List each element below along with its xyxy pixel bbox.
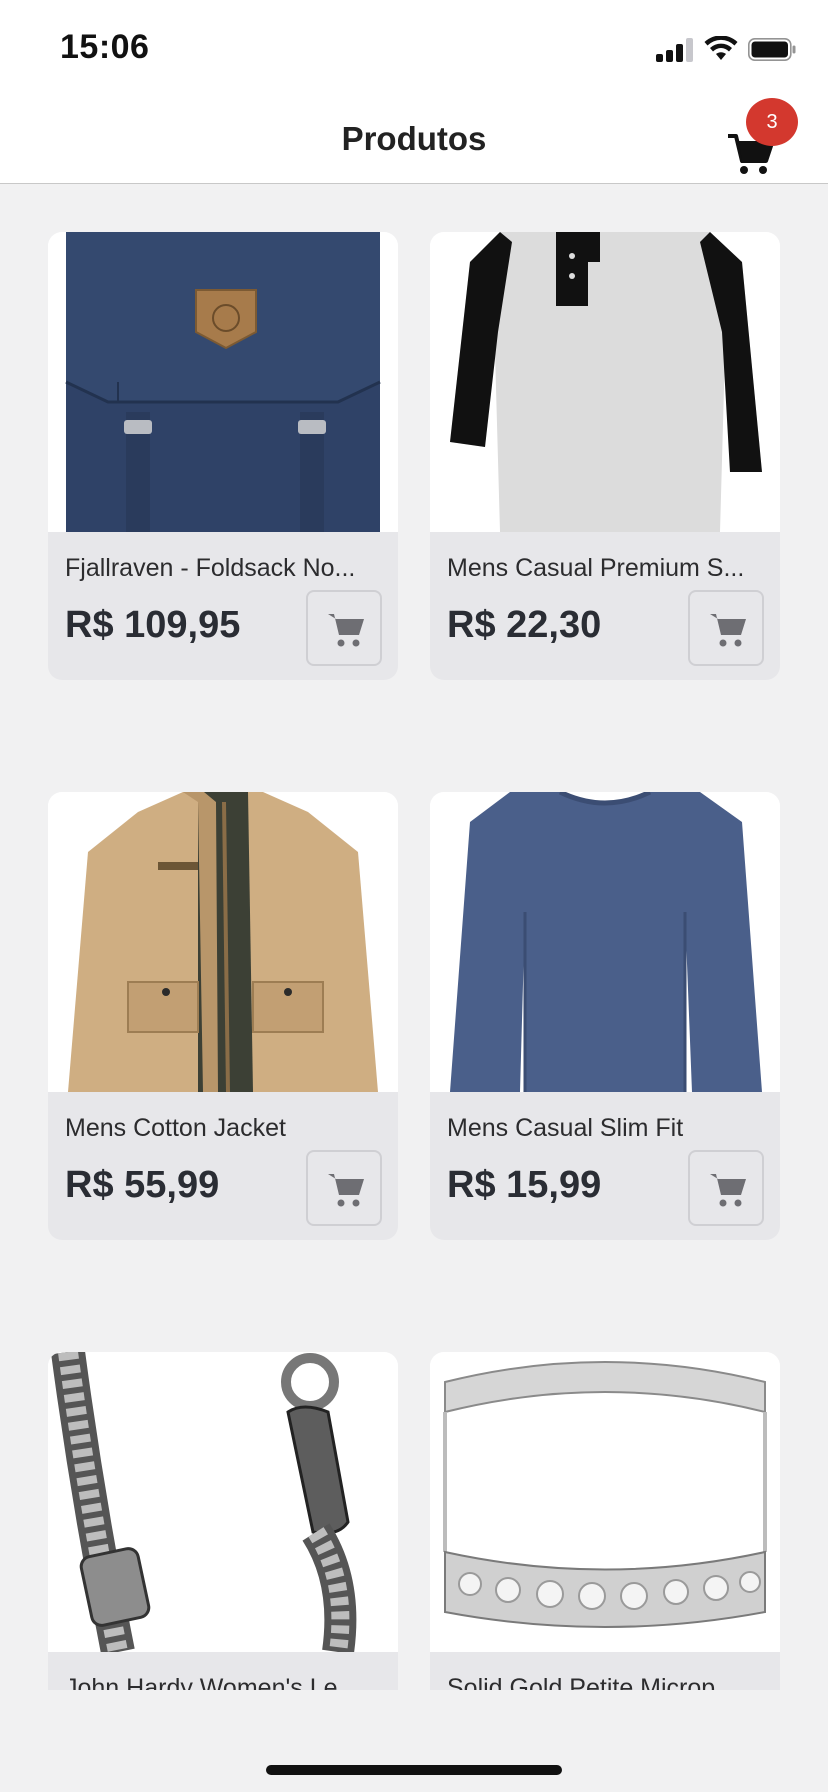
product-card[interactable]: Mens Cotton Jacket R$ 55,99 — [48, 792, 398, 1240]
khaki-cotton-jacket-image — [48, 792, 398, 1092]
screen: 15:06 Produtos 3 Fjallraven - Foldsack N… — [0, 0, 828, 1792]
product-price: R$ 55,99 — [65, 1164, 220, 1206]
product-price: R$ 15,99 — [447, 1164, 602, 1206]
battery-icon — [748, 38, 796, 61]
product-name: Mens Casual Slim Fit — [447, 1114, 684, 1142]
product-image — [48, 792, 398, 1092]
diamond-ring-image — [430, 1352, 780, 1652]
product-price: R$ 22,30 — [447, 604, 602, 646]
add-to-cart-button[interactable] — [688, 1150, 764, 1226]
status-bar: 15:06 — [0, 0, 828, 92]
product-info: Mens Cotton Jacket R$ 55,99 — [48, 1092, 398, 1240]
status-time: 15:06 — [60, 28, 150, 66]
product-card[interactable]: Mens Casual Slim Fit R$ 15,99 — [430, 792, 780, 1240]
raglan-henley-shirt-image — [430, 232, 780, 532]
add-to-cart-button[interactable] — [306, 1150, 382, 1226]
add-to-cart-icon — [710, 1174, 746, 1207]
product-name: Mens Cotton Jacket — [65, 1114, 286, 1142]
product-image — [48, 232, 398, 532]
silver-chain-bracelet-image — [48, 1352, 398, 1652]
add-to-cart-icon — [328, 614, 364, 647]
cellular-signal-icon — [656, 38, 696, 62]
product-image — [430, 232, 780, 532]
product-price: R$ 109,95 — [65, 604, 241, 646]
product-card[interactable]: Fjallraven - Foldsack No... R$ 109,95 — [48, 232, 398, 680]
page-title: Produtos — [341, 120, 487, 157]
navy-backpack-image — [48, 232, 398, 532]
add-to-cart-button[interactable] — [688, 590, 764, 666]
home-indicator[interactable] — [266, 1765, 562, 1775]
product-image — [48, 1352, 398, 1652]
add-to-cart-icon — [328, 1174, 364, 1207]
status-icons — [656, 36, 796, 62]
product-name: Fjallraven - Foldsack No... — [65, 554, 356, 582]
wifi-icon — [704, 36, 738, 60]
product-name: Mens Casual Premium S... — [447, 554, 745, 582]
product-image — [430, 1352, 780, 1652]
bottom-safe-area — [0, 1690, 828, 1792]
cart-count-badge: 3 — [746, 98, 798, 146]
add-to-cart-button[interactable] — [306, 590, 382, 666]
product-image — [430, 792, 780, 1092]
product-info: Mens Casual Slim Fit R$ 15,99 — [430, 1092, 780, 1240]
product-info: Fjallraven - Foldsack No... R$ 109,95 — [48, 532, 398, 680]
cart-button[interactable]: 3 — [728, 98, 798, 174]
add-to-cart-icon — [710, 614, 746, 647]
product-info: Mens Casual Premium S... R$ 22,30 — [430, 532, 780, 680]
product-card[interactable]: Mens Casual Premium S... R$ 22,30 — [430, 232, 780, 680]
blue-long-sleeve-shirt-image — [430, 792, 780, 1092]
navigation-bar: Produtos 3 — [0, 92, 828, 184]
